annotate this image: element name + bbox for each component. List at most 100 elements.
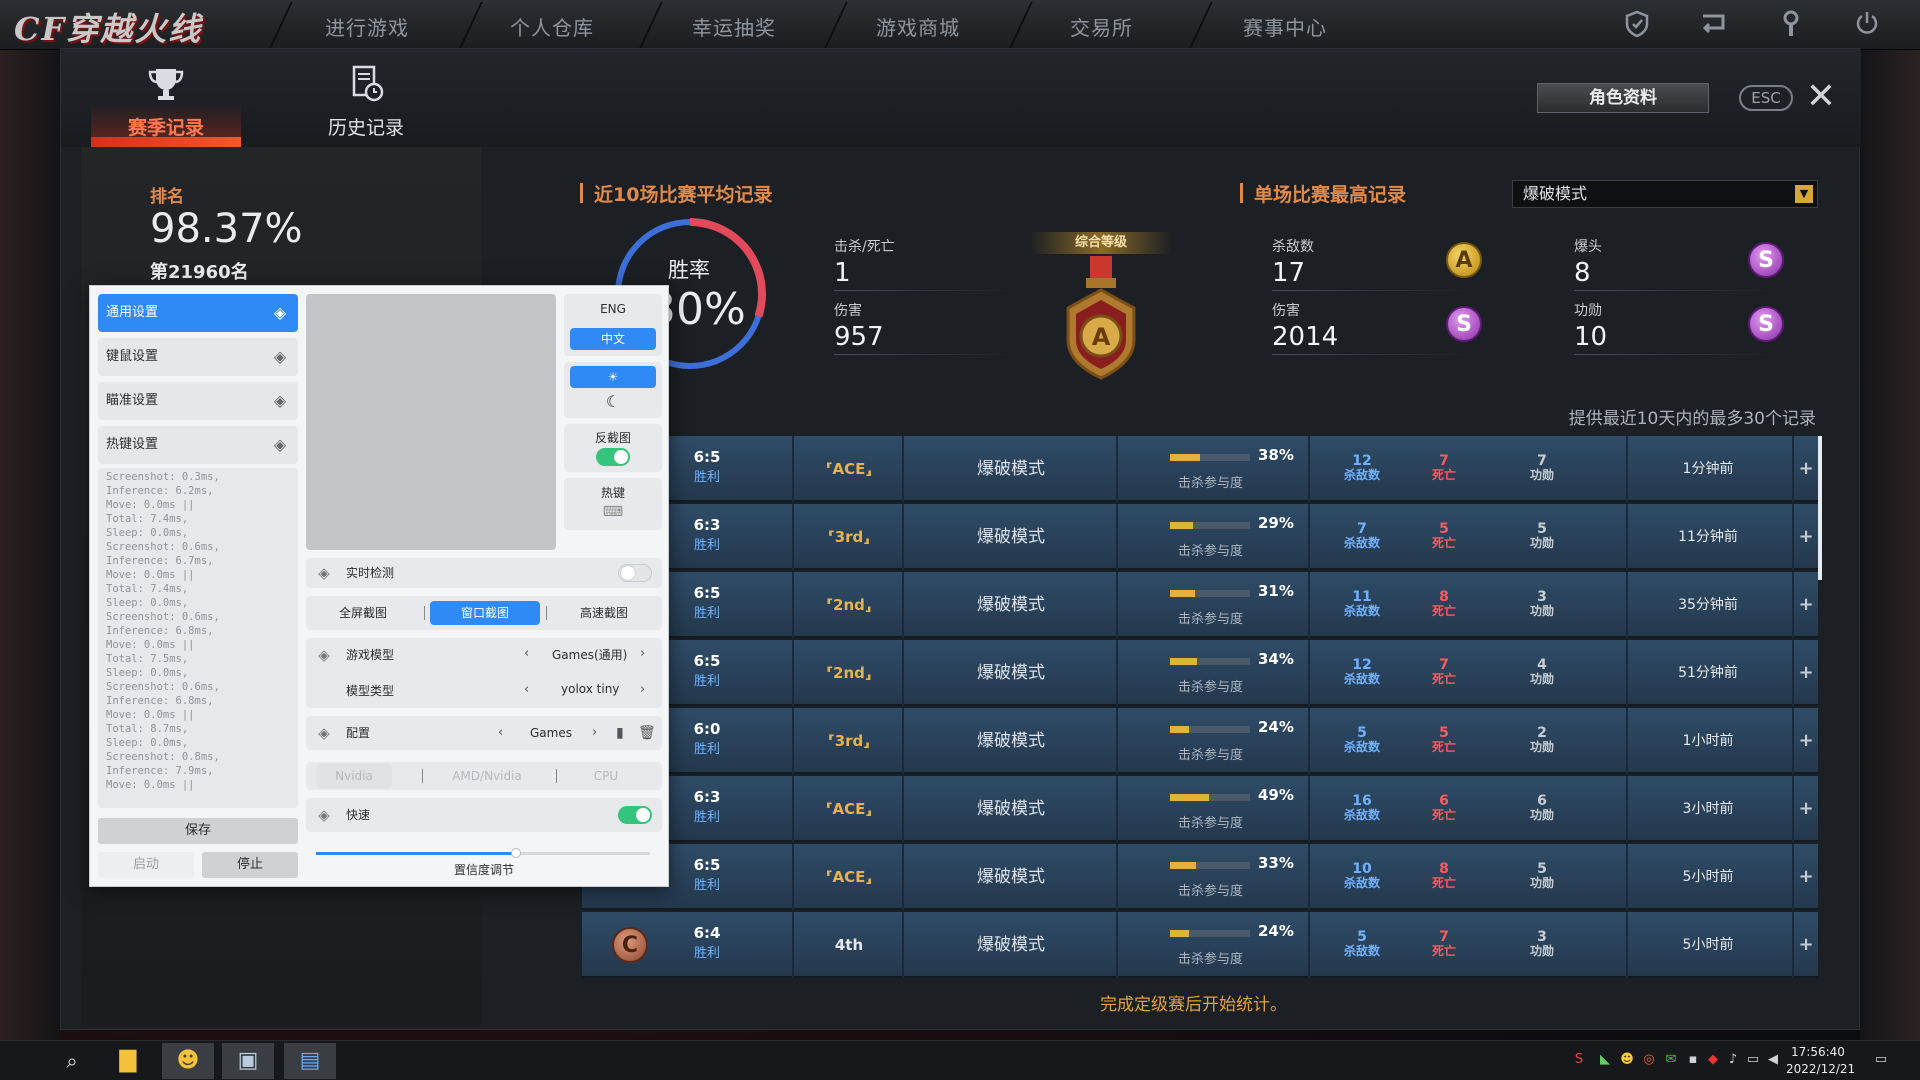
nav-item-events[interactable]: 赛事中心	[1243, 12, 1327, 41]
power-icon[interactable]	[1852, 10, 1882, 40]
match-row[interactable]: 6:5 胜利 ⸢ACE⸥ 爆破模式 38% 击杀参与度 12 杀敌数 7 死亡 7 功勋 1分钟前 +	[582, 436, 1818, 502]
menu-hotkey-settings[interactable]: 热键设置 ◈	[98, 426, 298, 464]
game-model-value: Games(通用)	[552, 648, 628, 662]
menu-aim-settings[interactable]: 瞄准设置 ◈	[98, 382, 298, 420]
match-row[interactable]: 6:5 胜利 ⸢2nd⸥ 爆破模式 34% 击杀参与度 12 杀敌数 7 死亡 4 功勋 51分钟前 +	[582, 640, 1818, 706]
chevron-right-icon[interactable]: ›	[592, 716, 597, 750]
match-row[interactable]: 6:5 胜利 ⸢2nd⸥ 爆破模式 31% 击杀参与度 11 杀敌数 8 死亡 3 功勋 35分钟前 +	[582, 572, 1818, 638]
layers-icon: ◈	[318, 646, 330, 664]
start-button[interactable]: 启动	[98, 852, 194, 878]
kd-label: 击杀/死亡	[834, 239, 895, 255]
invert-toggle[interactable]	[596, 448, 630, 466]
app-window-icon[interactable]: ▤	[284, 1043, 336, 1079]
nav-item-lottery[interactable]: 幸运抽奖	[692, 12, 776, 41]
tray-wechat-icon[interactable]: ✉	[1662, 1051, 1680, 1069]
menu-label: 通用设置	[106, 305, 159, 320]
chevron-left-icon[interactable]: ‹	[498, 716, 503, 750]
table-scrollbar[interactable]	[1818, 436, 1822, 580]
wrench-icon[interactable]	[1776, 10, 1806, 40]
keyboard-icon[interactable]: ⌨	[564, 504, 662, 520]
close-icon[interactable]: ✕	[1801, 77, 1841, 117]
device-nvidia-option[interactable]: Nvidia	[316, 764, 392, 788]
participation-percent: 24%	[1258, 922, 1294, 940]
expand-plus-icon[interactable]: +	[1794, 436, 1818, 502]
expand-plus-icon[interactable]: +	[1794, 912, 1818, 978]
volume-icon[interactable]: ◀	[1764, 1051, 1782, 1069]
sun-icon[interactable]: ☀	[570, 366, 656, 388]
device-cpu-option[interactable]: CPU	[568, 764, 644, 788]
merit-label: 功勋	[1529, 672, 1554, 686]
trash-icon[interactable]: 🗑	[638, 716, 656, 750]
match-score: 6:4	[693, 924, 721, 942]
participation-percent: 38%	[1258, 446, 1294, 464]
chevron-left-icon[interactable]: ‹	[524, 646, 529, 661]
app-window-icon[interactable]: ▣	[222, 1043, 274, 1079]
nav-item-shop[interactable]: 游戏商城	[876, 12, 960, 41]
lang-cn-option[interactable]: 中文	[570, 328, 656, 350]
config-value: Games	[530, 726, 572, 740]
tab-history-record[interactable]: 历史记录	[291, 49, 441, 147]
tray-nvidia-icon[interactable]: ◣	[1596, 1051, 1614, 1069]
nav-item-exchange[interactable]: 交易所	[1070, 12, 1133, 41]
tray-app-icon[interactable]: ▪	[1684, 1051, 1702, 1069]
nav-separator	[1189, 2, 1213, 48]
tray-app-icon[interactable]: ☻	[1618, 1051, 1636, 1069]
lang-eng-option[interactable]: ENG	[564, 302, 662, 316]
grade-a-badge-icon: A	[1446, 242, 1482, 278]
tray-chrome-icon[interactable]: ◎	[1640, 1051, 1658, 1069]
performance-log[interactable]: Screenshot: 0.3ms, Inference: 6.2ms, Mov…	[98, 468, 298, 808]
chevron-right-icon[interactable]: ›	[640, 646, 645, 661]
capture-fast-option[interactable]: 高速截图	[556, 601, 652, 625]
microphone-icon[interactable]: ♪	[1724, 1051, 1742, 1069]
search-icon[interactable]: ⌕	[46, 1043, 98, 1079]
file-explorer-icon[interactable]: ▇	[102, 1043, 154, 1079]
tray-s-icon[interactable]: S	[1570, 1051, 1588, 1069]
match-rank-badge: ⸢ACE⸥	[825, 868, 873, 886]
expand-plus-icon[interactable]: +	[1794, 708, 1818, 774]
fast-toggle[interactable]	[618, 806, 652, 824]
participation-bar	[1170, 522, 1250, 529]
capture-fullscreen-option[interactable]: 全屏截图	[318, 601, 408, 625]
profile-button[interactable]: 角色资料	[1537, 83, 1709, 113]
match-row[interactable]: 6:3 胜利 ⸢3rd⸥ 爆破模式 29% 击杀参与度 7 杀敌数 5 死亡 5 功勋 11分钟前 +	[582, 504, 1818, 570]
participation-bar	[1170, 930, 1250, 937]
chevron-right-icon[interactable]: ›	[640, 682, 645, 697]
mode-select[interactable]: 爆破模式 ▼	[1512, 180, 1818, 208]
moon-icon[interactable]: ☾	[564, 392, 662, 411]
expand-plus-icon[interactable]: +	[1794, 572, 1818, 638]
menu-general-settings[interactable]: 通用设置 ◈	[98, 294, 298, 332]
realtime-detect-toggle[interactable]	[618, 564, 652, 582]
match-result: 胜利	[693, 878, 720, 893]
match-row[interactable]: 6:0 胜利 ⸢3rd⸥ 爆破模式 24% 击杀参与度 5 杀敌数 5 死亡 2 功勋 1小时前 +	[582, 708, 1818, 774]
game-launcher-icon[interactable]: ☻	[162, 1043, 214, 1079]
confidence-slider-handle[interactable]	[511, 848, 522, 858]
tray-app-icon[interactable]: ◆	[1704, 1051, 1722, 1069]
expand-plus-icon[interactable]: +	[1794, 844, 1818, 910]
network-icon[interactable]: ▭	[1744, 1051, 1762, 1069]
match-row[interactable]: C 6:4 胜利 4th 爆破模式 24% 击杀参与度 5 杀敌数 7 死亡 3 功勋 5小时前 +	[582, 912, 1818, 978]
expand-plus-icon[interactable]: +	[1794, 640, 1818, 706]
notification-icon[interactable]: ▭	[1872, 1051, 1890, 1069]
merit-label: 功勋	[1529, 468, 1554, 482]
save-button[interactable]: 保存	[98, 818, 298, 844]
tab-season-record[interactable]: 赛季记录	[91, 49, 241, 147]
stop-button[interactable]: 停止	[202, 852, 298, 878]
chevron-left-icon[interactable]: ‹	[524, 682, 529, 697]
expand-plus-icon[interactable]: +	[1794, 776, 1818, 842]
esc-button[interactable]: ESC	[1739, 85, 1793, 111]
file-icon[interactable]: ▮	[616, 716, 624, 750]
capture-window-option[interactable]: 窗口截图	[430, 601, 540, 625]
nav-item-warehouse[interactable]: 个人仓库	[510, 12, 594, 41]
confidence-slider[interactable]	[316, 848, 650, 858]
match-row[interactable]: 6:3 胜利 ⸢ACE⸥ 爆破模式 49% 击杀参与度 16 杀敌数 6 死亡 6 功勋 3小时前 +	[582, 776, 1818, 842]
match-row[interactable]: 6:5 胜利 ⸢ACE⸥ 爆破模式 33% 击杀参与度 10 杀敌数 8 死亡 5 功勋 5小时前 +	[582, 844, 1818, 910]
taskbar-clock[interactable]: 17:56:40 2022/12/21	[1786, 1044, 1855, 1078]
shield-icon[interactable]	[1622, 10, 1652, 40]
nav-item-play[interactable]: 进行游戏	[325, 12, 409, 41]
device-amd-option[interactable]: AMD/Nvidia	[432, 764, 542, 788]
menu-keymouse-settings[interactable]: 键鼠设置 ◈	[98, 338, 298, 376]
realtime-detect-row: ◈ 实时检测	[306, 558, 662, 588]
chevron-down-icon[interactable]: ▼	[1795, 185, 1813, 203]
expand-plus-icon[interactable]: +	[1794, 504, 1818, 570]
switch-icon[interactable]	[1698, 10, 1728, 40]
